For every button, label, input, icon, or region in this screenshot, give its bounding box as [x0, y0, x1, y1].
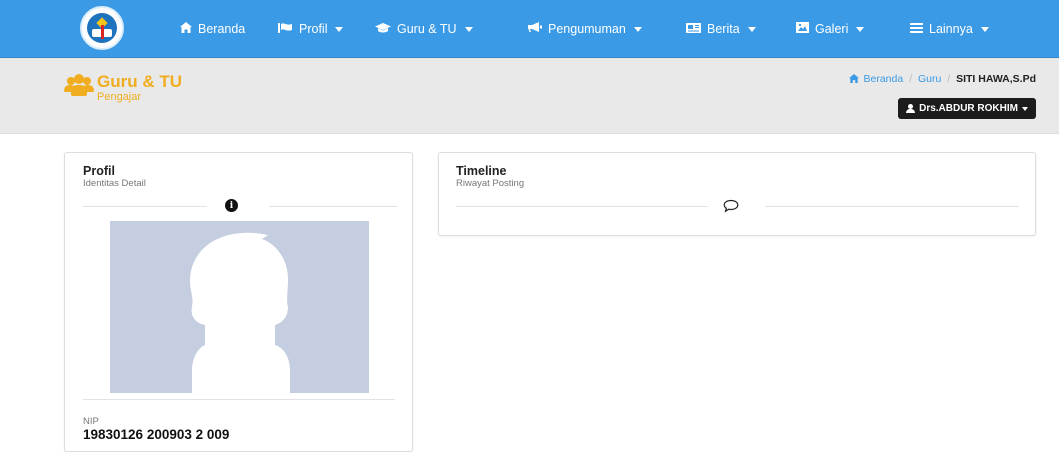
chevron-down-icon: [633, 26, 642, 32]
breadcrumb-current: SITI HAWA,S.Pd: [956, 73, 1036, 85]
chevron-down-icon: [464, 26, 473, 32]
chevron-down-icon: [335, 26, 344, 32]
timeline-title: Timeline: [456, 164, 507, 178]
profile-subtitle: Identitas Detail: [83, 178, 146, 189]
chevron-down-icon: [856, 26, 865, 32]
home-icon: [848, 73, 864, 85]
divider: [83, 206, 207, 207]
nav-item-profil[interactable]: Profil: [278, 0, 344, 58]
timeline-panel: Timeline Riwayat Posting: [438, 152, 1036, 236]
profile-panel: Profil Identitas Detail i NIP 19830126 2…: [64, 152, 413, 452]
home-icon: [180, 22, 192, 36]
nip-value: 19830126 200903 2 009: [83, 427, 230, 442]
list-icon: [910, 22, 923, 36]
divider: [765, 206, 1019, 207]
divider: [83, 399, 395, 400]
top-navbar: Beranda Profil Guru & TU Pengumuman Beri…: [0, 0, 1059, 58]
user-name: Drs.ABDUR ROKHIM: [919, 103, 1018, 114]
nav-item-beranda[interactable]: Beranda: [180, 0, 245, 58]
nip-label: NIP: [83, 416, 99, 427]
comment-icon: [723, 199, 739, 218]
bullhorn-icon: [528, 22, 542, 36]
nav-item-lainnya[interactable]: Lainnya: [910, 0, 989, 58]
nav-item-label: Profil: [299, 22, 328, 36]
info-icon: i: [225, 199, 238, 212]
nav-item-label: Guru & TU: [397, 22, 457, 36]
nav-item-berita[interactable]: Berita: [686, 0, 756, 58]
page-subtitle: Pengajar: [97, 91, 142, 103]
divider: [269, 206, 397, 207]
breadcrumb: Beranda / Guru / SITI HAWA,S.Pd: [848, 73, 1036, 85]
nav-item-label: Pengumuman: [548, 22, 626, 36]
profile-photo: [110, 221, 369, 393]
divider: [456, 206, 708, 207]
page-header: Guru & TU Pengajar Beranda / Guru / SITI…: [0, 58, 1059, 134]
chevron-down-icon: [747, 26, 756, 32]
nav-item-label: Berita: [707, 22, 740, 36]
user-menu-button[interactable]: Drs.ABDUR ROKHIM: [898, 98, 1036, 119]
user-icon: [906, 104, 916, 113]
graduation-cap-icon: [375, 22, 391, 36]
nav-item-galeri[interactable]: Galeri: [796, 0, 865, 58]
breadcrumb-section[interactable]: Guru: [918, 73, 941, 85]
nav-item-guru-tu[interactable]: Guru & TU: [375, 0, 473, 58]
nav-item-pengumuman[interactable]: Pengumuman: [528, 0, 642, 58]
school-logo[interactable]: [80, 6, 124, 50]
chevron-down-icon: [980, 26, 989, 32]
nav-item-label: Galeri: [815, 22, 849, 36]
page-title: Guru & TU: [97, 72, 182, 91]
newspaper-icon: [686, 22, 701, 36]
avatar-silhouette-icon: [190, 232, 290, 393]
breadcrumb-separator: /: [909, 73, 913, 85]
nav-item-label: Beranda: [198, 22, 246, 36]
nav-item-label: Lainnya: [929, 22, 973, 36]
image-icon: [796, 22, 809, 36]
breadcrumb-separator: /: [947, 73, 951, 85]
profile-title: Profil: [83, 164, 115, 178]
breadcrumb-home[interactable]: Beranda: [863, 73, 903, 85]
flag-icon: [278, 22, 293, 36]
timeline-subtitle: Riwayat Posting: [456, 178, 525, 189]
chevron-down-icon: [1022, 106, 1028, 111]
users-icon: [64, 74, 94, 98]
